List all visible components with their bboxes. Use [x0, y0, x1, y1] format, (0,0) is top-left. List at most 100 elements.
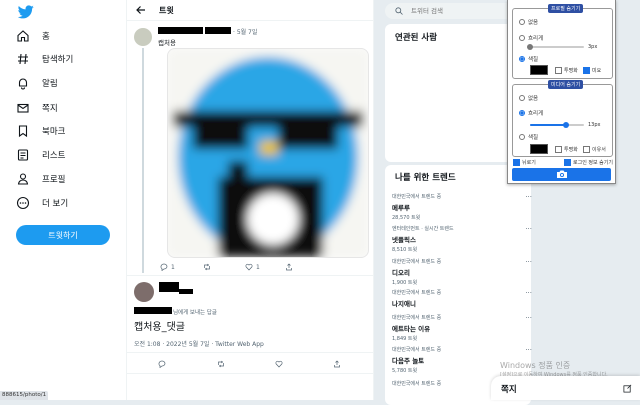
bookmark-icon: [16, 124, 30, 138]
checkbox[interactable]: [564, 159, 571, 166]
profile-opt-none[interactable]: 없음: [519, 18, 538, 26]
trend-item[interactable]: 대한민국에서 트렌드 중 에트타는 이유 1,849 트윗 ···: [392, 314, 532, 342]
nav-notifications[interactable]: 알림: [16, 75, 58, 91]
media-slider-knob[interactable]: [563, 122, 569, 128]
hide-name-check[interactable]: 뉘로기: [513, 159, 536, 166]
like-action[interactable]: [275, 360, 286, 368]
avatar[interactable]: [134, 28, 152, 46]
messages-drawer-title: 쪽지: [501, 385, 517, 395]
radio[interactable]: [519, 19, 525, 25]
back-arrow-icon[interactable]: [135, 4, 147, 16]
more-dots-icon[interactable]: ···: [525, 346, 532, 354]
radio[interactable]: [519, 95, 525, 101]
reply-action[interactable]: 1: [160, 263, 175, 271]
new-message-icon[interactable]: [623, 384, 632, 395]
checkbox[interactable]: [555, 146, 562, 153]
search-input[interactable]: [409, 6, 523, 16]
nav-more-label: 더 보기: [42, 199, 69, 209]
more-dots-icon[interactable]: ···: [525, 314, 532, 322]
nav-bookmarks-label: 북마크: [42, 127, 66, 137]
checkbox[interactable]: [513, 159, 520, 166]
nav-explore[interactable]: 탐색하기: [16, 51, 73, 67]
tweet-date: · 5월 7일: [233, 29, 258, 36]
trend-item[interactable]: 대한민국에서 트렌드 중 디오리 1,900 트윗 ···: [392, 258, 532, 286]
trend-context: 대한민국에서 트렌드 중: [392, 347, 442, 353]
media-opt-none[interactable]: 없음: [519, 94, 538, 102]
circle-label: 미요: [592, 68, 602, 74]
radio[interactable]: [519, 110, 525, 116]
twitter-logo-icon[interactable]: [17, 5, 34, 19]
nav-profile[interactable]: 프로필: [16, 171, 65, 187]
more-dots-icon[interactable]: ···: [525, 225, 532, 233]
messages-drawer[interactable]: 쪽지: [491, 376, 640, 400]
profile-slider-knob[interactable]: [527, 44, 533, 50]
main-header: 트윗: [127, 0, 373, 20]
more-dots-icon[interactable]: ···: [525, 289, 532, 297]
nav-more[interactable]: 더 보기: [16, 195, 68, 211]
trend-name: 넷플릭스: [392, 236, 416, 244]
share-action[interactable]: [285, 263, 296, 271]
share-icon: [334, 360, 340, 368]
thread-line: [142, 48, 144, 273]
nav-home[interactable]: 홈: [16, 28, 50, 44]
extension-popup: 프로필 숨기기 없음 흐리게 3px 색칠 투명화 미요 미디어 숨기기 없음 …: [507, 0, 616, 184]
trend-item[interactable]: 대한민국에서 트렌드 중 나지애니 ···: [392, 289, 532, 308]
nav-lists[interactable]: 리스트: [16, 147, 65, 163]
reply-to-label: 님에게 보내는 답글: [173, 310, 217, 316]
redacted-display-name: [159, 282, 179, 292]
trend-count: 1,849 트윗: [392, 336, 418, 342]
reply-icon: [158, 360, 166, 368]
hide-sensitive-check[interactable]: 로그인 정보 숨기기: [564, 159, 613, 166]
media-opt-color[interactable]: 색칠: [519, 133, 538, 141]
nav-profile-label: 프로필: [42, 175, 66, 185]
trend-context: 엔터테인먼트 · 실시간 트렌드: [392, 226, 454, 232]
more-dots-icon[interactable]: ···: [525, 258, 532, 266]
checkbox[interactable]: [555, 67, 562, 74]
profile-opt-blur[interactable]: 흐리게: [519, 34, 543, 42]
profile-blur-slider[interactable]: [530, 46, 584, 48]
trend-name: 메루루: [392, 204, 410, 212]
radio[interactable]: [519, 56, 525, 62]
checkbox[interactable]: [583, 146, 590, 153]
reply-count: 1: [171, 263, 175, 271]
nav-bookmarks[interactable]: 북마크: [16, 123, 65, 139]
radio[interactable]: [519, 134, 525, 140]
trend-item[interactable]: 대한민국에서 트렌드 중 메루루 28,570 트윗 ···: [392, 193, 532, 221]
nav-notifications-label: 알림: [42, 79, 58, 89]
tweet-media-image[interactable]: [167, 48, 369, 258]
nav-messages[interactable]: 쪽지: [16, 100, 58, 116]
radio[interactable]: [519, 35, 525, 41]
transparent-label: 투명화: [564, 68, 578, 74]
bell-icon: [16, 76, 30, 90]
trend-context: 대한민국에서 트렌드 중: [392, 259, 442, 265]
share-action[interactable]: [333, 360, 344, 368]
redacted-handle: [205, 27, 231, 34]
retweet-action[interactable]: [217, 360, 228, 368]
retweet-action[interactable]: [203, 263, 214, 271]
profile-color-swatch[interactable]: [530, 65, 548, 75]
trend-item[interactable]: 엔터테인먼트 · 실시간 트렌드 넷플릭스 8,510 트윗 ···: [392, 225, 532, 253]
media-opt-blur[interactable]: 흐리게: [519, 109, 543, 117]
profile-transparent-check[interactable]: 투명화: [555, 67, 578, 74]
tweet-meta[interactable]: 오전 1:08 · 2022년 5월 7일 · Twitter Web App: [134, 339, 264, 348]
profile-circle-check[interactable]: 미요: [583, 67, 601, 74]
related-title: 연관된 사람: [395, 33, 438, 43]
media-group-title: 미디어 숨기기: [548, 80, 584, 89]
redacted-reply-target: [134, 307, 172, 314]
media-transparent-check[interactable]: 투명화: [555, 146, 578, 153]
sidebar: 홈 탐색하기 알림 쪽지 북마크 리스트 프로필 더 보기 트윗하기: [0, 0, 126, 400]
tweet-button[interactable]: 트윗하기: [16, 225, 110, 245]
like-action[interactable]: 1: [245, 263, 260, 271]
status-url: 888615/photo/1: [0, 391, 49, 400]
profile-opt-color[interactable]: 색칠: [519, 55, 538, 63]
retweet-icon: [204, 263, 210, 271]
more-dots-icon[interactable]: ···: [525, 193, 532, 201]
avatar[interactable]: [134, 282, 154, 302]
trend-name: 디오리: [392, 269, 410, 277]
media-color-swatch[interactable]: [530, 144, 548, 154]
home-icon: [16, 29, 30, 43]
capture-button[interactable]: [512, 168, 611, 181]
reply-action[interactable]: [158, 360, 169, 368]
checkbox[interactable]: [583, 67, 590, 74]
media-circle-check[interactable]: 이유서: [583, 146, 606, 153]
